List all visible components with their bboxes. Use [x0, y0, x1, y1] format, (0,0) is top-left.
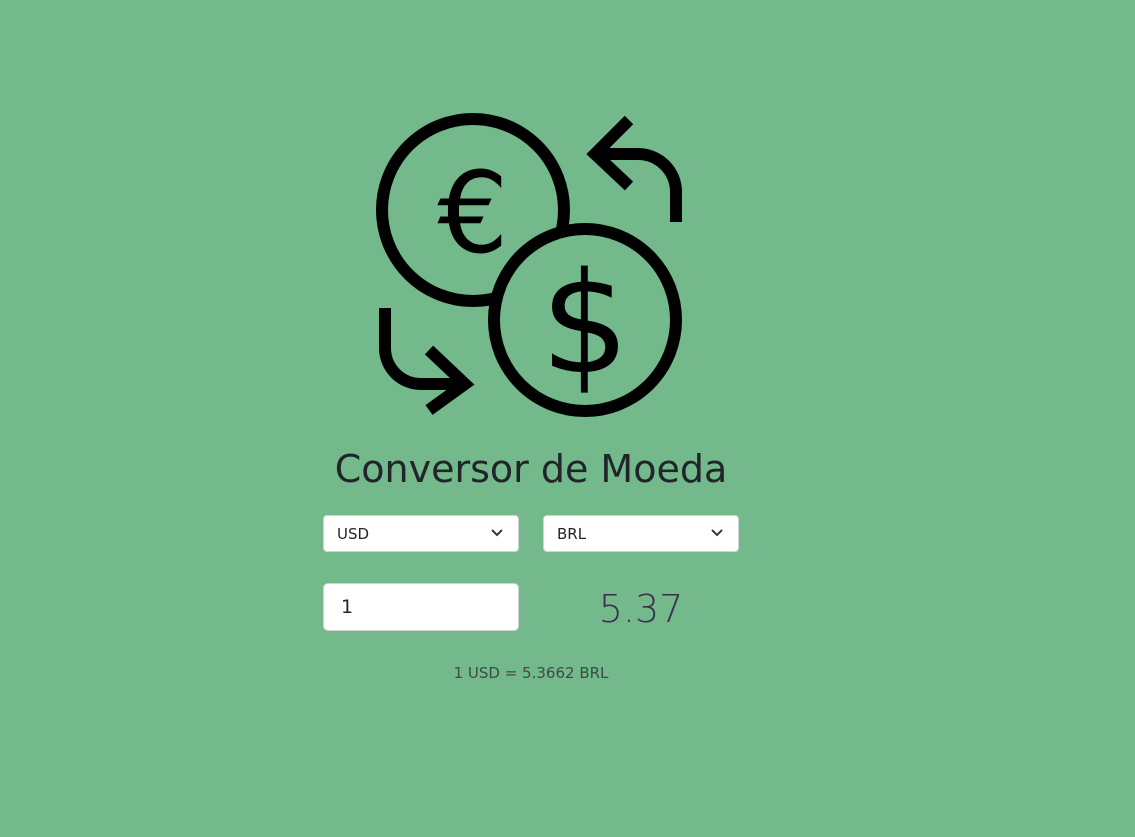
exchange-rate-text: 1 USD = 5.3662 BRL: [453, 664, 609, 682]
from-currency-select[interactable]: USD: [323, 515, 519, 552]
chevron-down-icon: [491, 529, 503, 537]
page-title: Conversor de Moeda: [334, 447, 728, 491]
converted-amount: 5.37: [598, 587, 684, 631]
to-currency-value: BRL: [557, 525, 587, 543]
svg-text:$: $: [540, 243, 629, 406]
page: € $ Conversor de Moeda USD BRL 5.37 1 US…: [0, 0, 1135, 837]
from-currency-value: USD: [337, 525, 370, 543]
currency-exchange-icon: € $: [376, 113, 682, 417]
chevron-down-icon: [711, 529, 723, 537]
amount-input[interactable]: [323, 583, 519, 631]
svg-text:€: €: [437, 149, 508, 279]
to-currency-select[interactable]: BRL: [543, 515, 739, 552]
